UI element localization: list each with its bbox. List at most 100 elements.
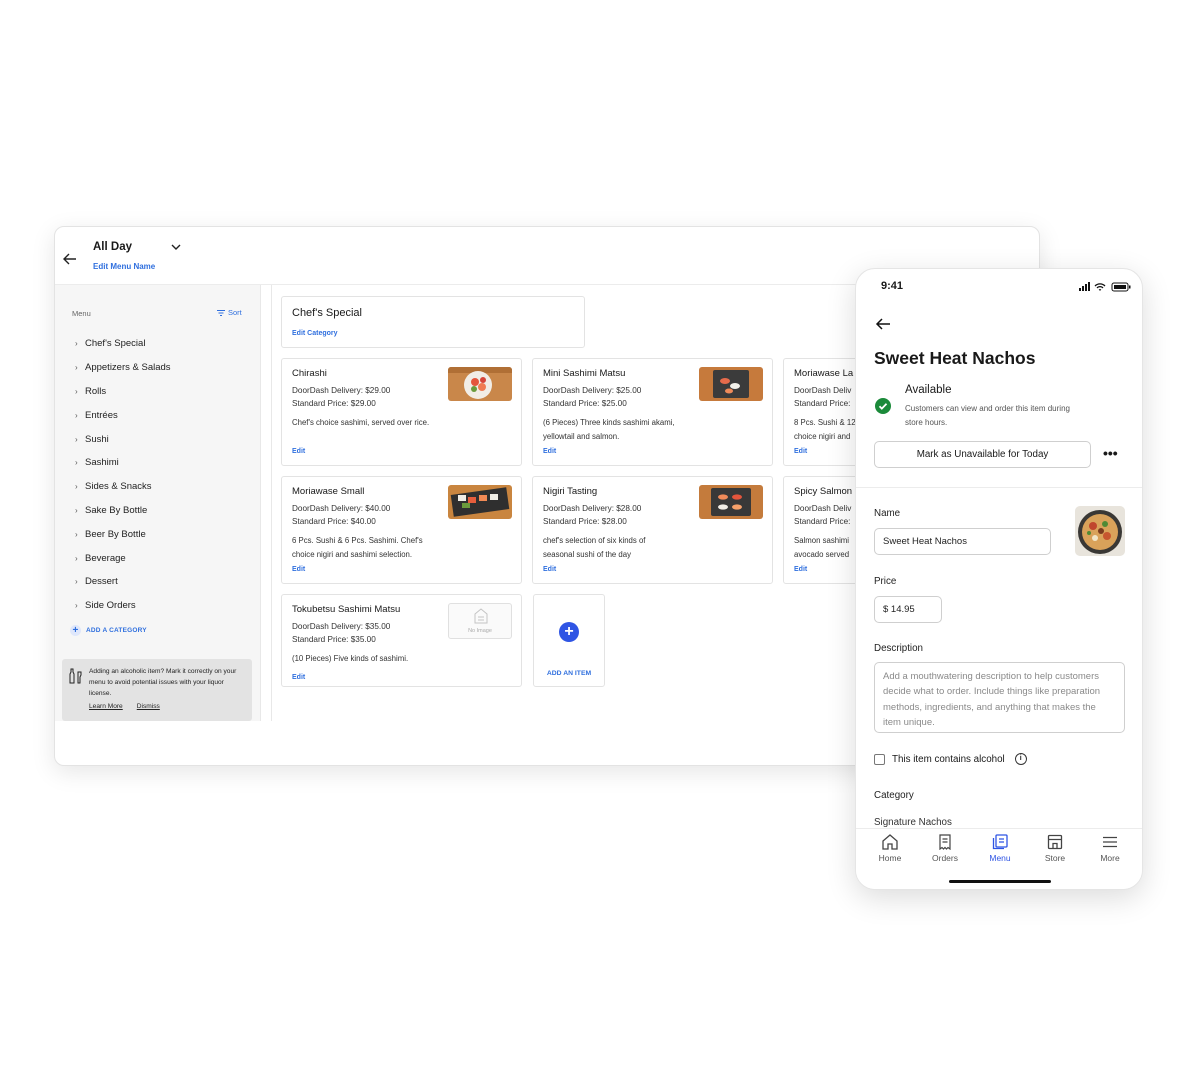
info-icon[interactable]: i bbox=[1014, 753, 1027, 765]
sidebar-category[interactable]: › Sides & Snacks bbox=[75, 475, 171, 499]
item-delivery-price: DoorDash Delivery: $40.00 bbox=[292, 504, 391, 513]
add-category-label: ADD A CATEGORY bbox=[86, 627, 147, 634]
alcohol-alert: Adding an alcoholic item? Mark it correc… bbox=[62, 659, 252, 721]
sidebar-category[interactable]: › Entrées bbox=[75, 403, 171, 427]
tab-store[interactable]: Store bbox=[1030, 834, 1080, 863]
item-delivery-price: DoorDash Delivery: $35.00 bbox=[292, 622, 391, 631]
tab-label: More bbox=[1100, 853, 1120, 863]
plus-icon: + bbox=[70, 625, 81, 636]
description-field[interactable]: Add a mouthwatering description to help … bbox=[874, 662, 1125, 733]
item-description: (10 Pieces) Five kinds of sashimi. bbox=[292, 654, 409, 663]
menu-item-card[interactable]: Spicy Salmon DoorDash Deliv Standard Pri… bbox=[783, 476, 863, 584]
item-photo bbox=[699, 367, 763, 401]
category-title: Chef's Special bbox=[292, 307, 362, 319]
tab-label: Store bbox=[1044, 853, 1066, 863]
item-name: Mini Sashimi Matsu bbox=[543, 368, 626, 379]
sidebar-category[interactable]: › Beer By Bottle bbox=[75, 522, 171, 546]
item-standard-price: Standard Price: $35.00 bbox=[292, 635, 376, 644]
menu-item-card[interactable]: Moriawase La DoorDash Deliv Standard Pri… bbox=[783, 358, 863, 466]
description-label: Description bbox=[874, 643, 924, 654]
tab-orders[interactable]: Orders bbox=[920, 834, 970, 863]
category-list: › Chef's Special › Appetizers & Salads › Ro… bbox=[75, 332, 171, 618]
availability-status: Available bbox=[905, 384, 952, 396]
menu-item-card[interactable]: Nigiri Tasting DoorDash Delivery: $28.00… bbox=[532, 476, 773, 584]
alcohol-checkbox[interactable] bbox=[874, 753, 885, 765]
menu-item-card[interactable]: Moriawase Small DoorDash Delivery: $40.0… bbox=[281, 476, 522, 584]
edit-item-link[interactable]: Edit bbox=[292, 674, 305, 681]
sort-label: Sort bbox=[228, 308, 242, 317]
sidebar-category[interactable]: › Appetizers & Salads bbox=[75, 356, 171, 380]
item-standard-price: Standard Price: $28.00 bbox=[543, 517, 627, 526]
item-description: 6 Pcs. Sushi & 6 Pcs. Sashimi. Chef's ch… bbox=[292, 536, 423, 559]
chevron-right-icon: › bbox=[75, 386, 78, 396]
status-time: 9:41 bbox=[881, 280, 904, 292]
item-name: Spicy Salmon bbox=[794, 486, 853, 497]
item-name: Tokubetsu Sashimi Matsu bbox=[292, 604, 401, 615]
edit-category-link[interactable]: Edit Category bbox=[292, 330, 338, 337]
learn-more-link[interactable]: Learn More bbox=[89, 703, 123, 710]
home-icon bbox=[882, 834, 898, 850]
edit-item-link[interactable]: Edit bbox=[794, 448, 807, 455]
sort-button[interactable]: Sort bbox=[217, 308, 242, 317]
category-label: Sushi bbox=[85, 433, 109, 445]
tab-more[interactable]: More bbox=[1085, 834, 1135, 863]
category-label: Category bbox=[874, 790, 914, 801]
menu-item-card[interactable]: Tokubetsu Sashimi Matsu DoorDash Deliver… bbox=[281, 594, 522, 687]
store-icon bbox=[1047, 834, 1063, 850]
dismiss-link[interactable]: Dismiss bbox=[137, 703, 160, 710]
more-options-icon[interactable]: ••• bbox=[1103, 446, 1118, 460]
chevron-right-icon: › bbox=[75, 601, 78, 611]
price-field[interactable]: $ 14.95 bbox=[874, 596, 942, 623]
sidebar-category[interactable]: › Side Orders bbox=[75, 594, 171, 618]
alert-text: Adding an alcoholic item? Mark it correc… bbox=[89, 668, 237, 697]
item-standard-price: Standard Price: $29.00 bbox=[292, 399, 376, 408]
no-image-placeholder[interactable]: No Image bbox=[448, 603, 512, 639]
item-standard-price: Standard Price: $25.00 bbox=[543, 399, 627, 408]
category-label: Sake By Bottle bbox=[85, 504, 148, 516]
sidebar-category[interactable]: › Sashimi bbox=[75, 451, 171, 475]
edit-item-link[interactable]: Edit bbox=[794, 566, 807, 573]
category-label: Sides & Snacks bbox=[85, 481, 152, 493]
sidebar-category[interactable]: › Sake By Bottle bbox=[75, 499, 171, 523]
sidebar-heading: Menu bbox=[72, 309, 91, 318]
edit-item-link[interactable]: Edit bbox=[292, 566, 305, 573]
sidebar-category[interactable]: › Dessert bbox=[75, 570, 171, 594]
edit-item-link[interactable]: Edit bbox=[543, 448, 556, 455]
name-field[interactable]: Sweet Heat Nachos bbox=[874, 528, 1051, 555]
edit-menu-name-link[interactable]: Edit Menu Name bbox=[93, 262, 155, 271]
category-label: Beer By Bottle bbox=[85, 528, 146, 540]
item-standard-price: Standard Price: bbox=[794, 399, 851, 408]
alcohol-checkbox-row[interactable]: This item contains alcohol i bbox=[874, 753, 1027, 765]
tab-label: Orders bbox=[932, 853, 958, 863]
item-standard-price: Standard Price: bbox=[794, 517, 851, 526]
item-photo bbox=[448, 485, 512, 519]
menu-book-icon bbox=[992, 834, 1008, 850]
back-arrow-icon[interactable] bbox=[63, 253, 77, 265]
chevron-down-icon[interactable] bbox=[171, 243, 181, 251]
menu-item-card[interactable]: Chirashi DoorDash Delivery: $29.00 Stand… bbox=[281, 358, 522, 466]
category-label: Rolls bbox=[85, 385, 107, 397]
sidebar-category[interactable]: › Beverage bbox=[75, 546, 171, 570]
sidebar-category[interactable]: › Sushi bbox=[75, 427, 171, 451]
item-photo[interactable] bbox=[1075, 506, 1125, 556]
edit-item-link[interactable]: Edit bbox=[292, 448, 305, 455]
tab-menu[interactable]: Menu bbox=[975, 834, 1025, 863]
no-image-label: No Image bbox=[468, 628, 492, 634]
add-item-button[interactable]: + ADD AN ITEM bbox=[533, 594, 605, 687]
edit-item-link[interactable]: Edit bbox=[543, 566, 556, 573]
category-value[interactable]: Signature Nachos bbox=[874, 817, 952, 828]
back-arrow-icon[interactable] bbox=[875, 318, 891, 330]
mark-unavailable-button[interactable]: Mark as Unavailable for Today bbox=[874, 441, 1091, 468]
item-delivery-price: DoorDash Delivery: $28.00 bbox=[543, 504, 642, 513]
sidebar-category[interactable]: › Chef's Special bbox=[75, 332, 171, 356]
sidebar-category[interactable]: › Rolls bbox=[75, 380, 171, 404]
availability-description: Customers can view and order this item d… bbox=[905, 404, 1070, 427]
tab-home[interactable]: Home bbox=[865, 834, 915, 863]
item-name: Moriawase Small bbox=[292, 486, 365, 497]
bottle-icon bbox=[69, 668, 82, 684]
tab-label: Home bbox=[878, 853, 902, 863]
add-category-button[interactable]: + ADD A CATEGORY bbox=[70, 625, 147, 636]
menu-item-card[interactable]: Mini Sashimi Matsu DoorDash Delivery: $2… bbox=[532, 358, 773, 466]
menu-title[interactable]: All Day bbox=[93, 241, 132, 253]
category-label: Entrées bbox=[85, 409, 118, 421]
